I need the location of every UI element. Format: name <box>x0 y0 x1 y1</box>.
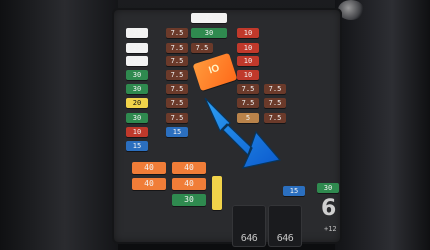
fuse: 10 <box>237 43 259 53</box>
fuse: 40 <box>132 162 166 174</box>
fusebox-photo: 25 7.5 25 30 10 25 7.5 7.5 10 25 7.5 10 30 7.5 10 30 7.5… <box>0 0 430 250</box>
fuse: 10 <box>237 70 259 80</box>
fuse: 7.5 <box>166 43 188 53</box>
fuse: 7.5 <box>237 84 259 94</box>
fuse: 30 <box>317 183 339 193</box>
fuse: 7.5 <box>166 98 188 108</box>
side-number-sub: +12 <box>324 225 337 233</box>
fuse: 30 <box>126 70 148 80</box>
fuse: 15 <box>126 141 148 151</box>
sticker-text: IO <box>207 62 221 77</box>
fuse: 15 <box>166 127 188 137</box>
fuse: 25 <box>126 28 148 38</box>
fuse: 10 <box>237 28 259 38</box>
fuse: 30 <box>172 194 206 206</box>
fuse: 7.5 <box>166 70 188 80</box>
fuse: 40 <box>172 178 206 190</box>
fuse: 7.5 <box>166 113 188 123</box>
fuse: 10 <box>126 127 148 137</box>
fuse: 20 <box>126 98 148 108</box>
fuse: 30 <box>126 113 148 123</box>
fuse: 7.5 <box>264 84 286 94</box>
fuse: 7.5 <box>237 98 259 108</box>
fuse: 10 <box>237 56 259 66</box>
relay: 646 <box>268 205 302 247</box>
right-panel <box>335 0 430 250</box>
fuse: 7.5 <box>166 56 188 66</box>
left-panel <box>0 0 118 250</box>
relay: 646 <box>232 205 266 247</box>
fuse: 25 <box>126 56 148 66</box>
relay-label: 646 <box>240 233 258 244</box>
fuse: 30 <box>191 28 227 38</box>
fuse: 7.5 <box>264 113 286 123</box>
fuse: 40 <box>132 178 166 190</box>
fuse <box>212 176 222 210</box>
fuse: 30 <box>126 84 148 94</box>
fuse: 7.5 <box>166 28 188 38</box>
fuse: 5 <box>237 113 259 123</box>
fuse: 25 <box>126 43 148 53</box>
relay-label: 646 <box>276 233 294 244</box>
fuse: 7.5 <box>191 43 213 53</box>
side-number: 6 <box>321 196 337 221</box>
fuse: 7.5 <box>264 98 286 108</box>
fuse: 40 <box>172 162 206 174</box>
fuse: 7.5 <box>166 84 188 94</box>
fuse: 25 <box>191 13 227 23</box>
fuse: 15 <box>283 186 305 196</box>
